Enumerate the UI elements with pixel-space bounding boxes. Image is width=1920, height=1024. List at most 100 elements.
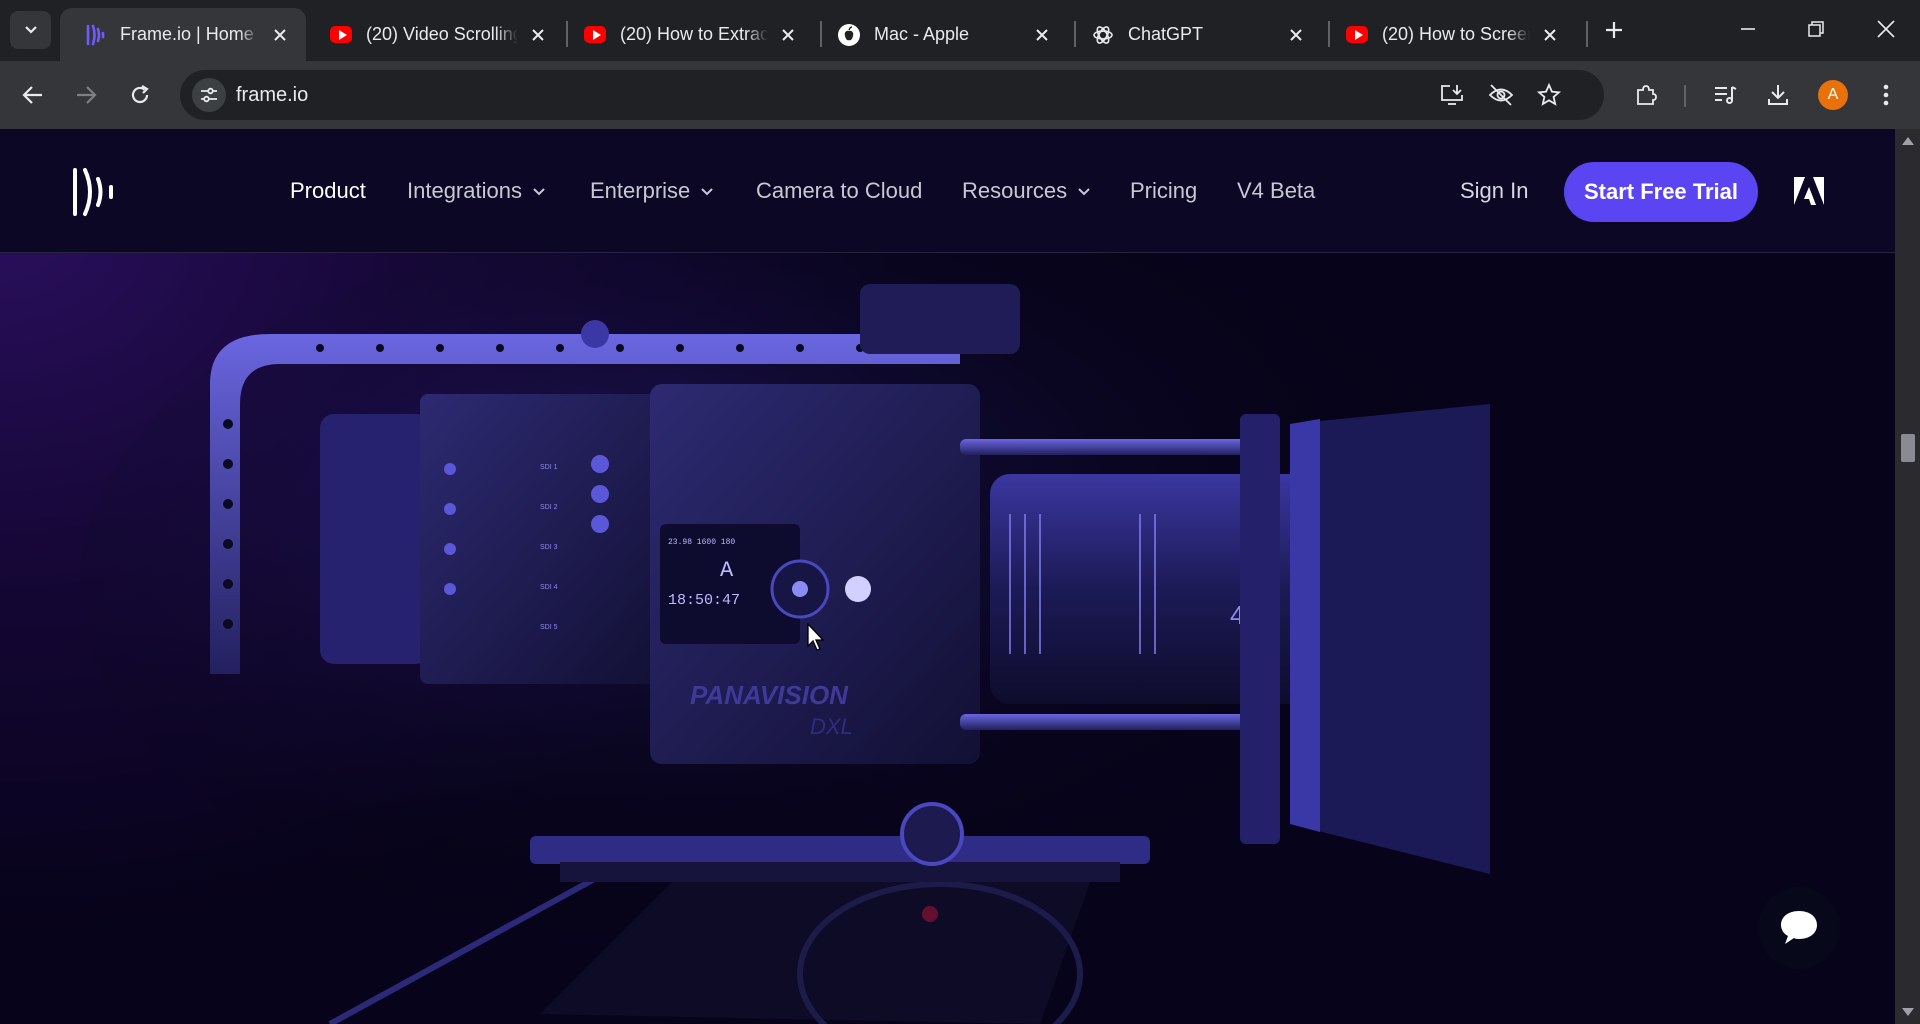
close-tab-icon[interactable] <box>1284 23 1308 47</box>
minimize-button[interactable] <box>1714 0 1782 58</box>
toolbar-separator <box>1684 85 1686 107</box>
tab-separator <box>1586 21 1588 47</box>
adobe-logo[interactable] <box>1794 177 1824 205</box>
nav-product[interactable]: Product <box>290 178 366 204</box>
extensions-button[interactable] <box>1626 75 1666 115</box>
profile-avatar[interactable]: A <box>1818 80 1848 110</box>
svg-text:23.98 1600 180: 23.98 1600 180 <box>668 538 735 547</box>
tab-search-button[interactable] <box>10 11 51 49</box>
tab-title: ChatGPT <box>1128 24 1204 44</box>
camera-display-time: 18:50:47 <box>668 592 740 609</box>
chat-button[interactable] <box>1758 887 1840 969</box>
scrollbar-thumb[interactable] <box>1901 434 1915 462</box>
svg-text:SDI 1: SDI 1 <box>540 464 558 471</box>
nav-label: Enterprise <box>590 178 691 203</box>
browser-toolbar: frame.io A <box>0 61 1920 129</box>
nav-label: Product <box>290 178 366 203</box>
frameio-logo[interactable] <box>70 167 120 217</box>
nav-label: Integrations <box>407 178 522 203</box>
bookmark-button[interactable] <box>1534 80 1564 110</box>
frameio-logo-icon <box>73 168 113 216</box>
svg-text:SDI 4: SDI 4 <box>540 584 558 591</box>
youtube-icon <box>330 24 352 46</box>
close-window-button[interactable] <box>1852 0 1920 58</box>
chevron-down-icon <box>532 184 546 198</box>
puzzle-icon <box>1637 85 1657 105</box>
tab-chatgpt[interactable]: ChatGPT <box>1068 8 1322 61</box>
camera-brand-text: PANAVISION <box>690 680 849 710</box>
more-vertical-icon <box>1883 84 1889 106</box>
reload-icon <box>131 85 149 104</box>
svg-text:SDI 2: SDI 2 <box>540 504 558 511</box>
eye-off-icon <box>1488 84 1514 106</box>
tab-frameio-home[interactable]: Frame.io | Home <box>60 8 306 61</box>
arrow-left-icon <box>22 86 42 104</box>
tab-title: Frame.io | Home <box>120 24 254 44</box>
mouse-cursor <box>807 622 827 653</box>
chat-bubble-icon <box>1781 911 1817 944</box>
arrow-right-icon <box>77 86 97 104</box>
new-tab-button[interactable] <box>1598 14 1630 46</box>
install-app-button[interactable] <box>1438 80 1468 110</box>
tab-title: Mac - Apple <box>874 24 970 44</box>
nav-v4-beta[interactable]: V4 Beta <box>1237 178 1315 204</box>
downloads-button[interactable] <box>1758 75 1798 115</box>
star-icon <box>1537 83 1561 106</box>
sign-in-link[interactable]: Sign In <box>1460 178 1529 204</box>
chevron-down-icon <box>1077 184 1091 198</box>
tab-how-to-screen[interactable]: (20) How to Screen <box>1322 8 1576 61</box>
nav-pricing[interactable]: Pricing <box>1130 178 1197 204</box>
restore-button[interactable] <box>1782 0 1850 58</box>
site-info-button[interactable] <box>192 78 226 112</box>
back-button[interactable] <box>13 75 53 115</box>
nav-resources[interactable]: Resources <box>962 178 1091 204</box>
svg-text:A: A <box>720 558 734 583</box>
forward-button[interactable] <box>66 75 106 115</box>
nav-enterprise[interactable]: Enterprise <box>590 178 714 204</box>
restore-icon <box>1808 21 1824 37</box>
nav-label: Resources <box>962 178 1068 203</box>
close-tab-icon[interactable] <box>268 23 292 47</box>
reload-button[interactable] <box>120 75 160 115</box>
cinema-camera-illustration: SDI 1 SDI 2 SDI 3 SDI 4 SDI 5 23.98 1600 180… <box>80 204 1520 1024</box>
scroll-down-arrow[interactable] <box>1902 1008 1914 1016</box>
page-scrollbar[interactable] <box>1895 129 1920 1024</box>
pointer-icon <box>807 622 825 651</box>
tab-mac-apple[interactable]: Mac - Apple <box>814 8 1068 61</box>
close-tab-icon[interactable] <box>526 23 550 47</box>
browser-menu-button[interactable] <box>1866 75 1906 115</box>
frameio-icon <box>84 24 106 46</box>
nav-camera-to-cloud[interactable]: Camera to Cloud <box>756 178 922 204</box>
start-free-trial-button[interactable]: Start Free Trial <box>1564 162 1758 222</box>
install-app-icon <box>1441 85 1463 105</box>
nav-label: Camera to Cloud <box>756 178 923 203</box>
tune-icon <box>201 87 217 103</box>
camera-model-text: DXL <box>810 714 853 739</box>
playlist-icon <box>1715 86 1737 104</box>
web-page: Product Integrations Enterprise Camera t… <box>0 129 1895 1024</box>
apple-icon <box>838 23 860 46</box>
nav-integrations[interactable]: Integrations <box>407 178 546 204</box>
chevron-down-icon <box>24 26 37 34</box>
address-bar[interactable]: frame.io <box>180 70 1604 120</box>
chevron-down-icon <box>700 184 714 198</box>
scroll-up-arrow[interactable] <box>1902 137 1914 145</box>
svg-text:SDI 5: SDI 5 <box>540 624 558 631</box>
hero-camera-image: SDI 1 SDI 2 SDI 3 SDI 4 SDI 5 23.98 1600 180… <box>0 204 1895 1024</box>
tab-video-scrolling[interactable]: (20) Video Scrolling <box>306 8 564 61</box>
tab-how-to-extract[interactable]: (20) How to Extract <box>560 8 814 61</box>
close-tab-icon[interactable] <box>1030 23 1054 47</box>
close-tab-icon[interactable] <box>776 23 800 47</box>
tracking-protection-button[interactable] <box>1486 80 1516 110</box>
youtube-icon <box>1346 24 1368 46</box>
tab-title: (20) How to Screen <box>1382 24 1530 44</box>
minimize-icon <box>1741 28 1755 30</box>
tab-title: (20) Video Scrolling <box>366 24 518 44</box>
url-text: frame.io <box>236 84 309 106</box>
media-controls-button[interactable] <box>1705 75 1745 115</box>
plus-icon <box>1606 22 1622 38</box>
close-tab-icon[interactable] <box>1538 23 1562 47</box>
tab-title: (20) How to Extract <box>620 24 768 44</box>
close-icon <box>1877 20 1895 38</box>
youtube-icon <box>584 24 606 46</box>
